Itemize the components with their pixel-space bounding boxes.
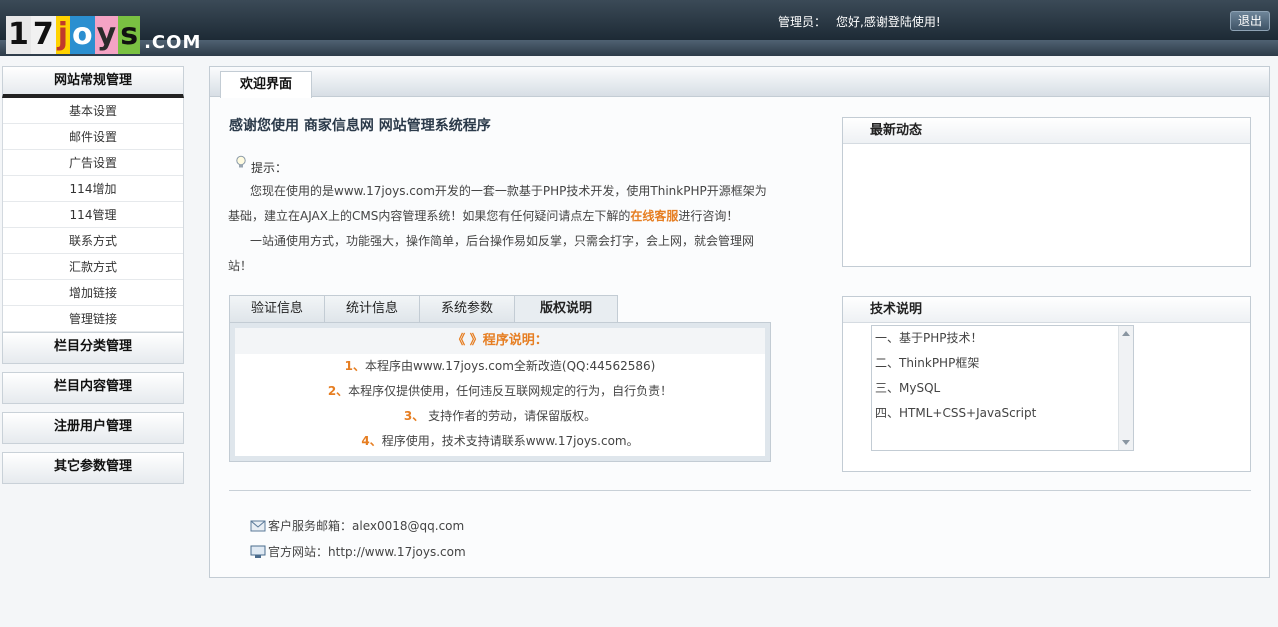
sidebar-item-contact[interactable]: 联系方式 bbox=[3, 228, 183, 254]
scroll-down-icon[interactable] bbox=[1122, 440, 1130, 445]
copyright-line: 2、本程序仅提供使用，任何违反互联网规定的行为，自行负责！ bbox=[327, 384, 673, 398]
list-item: 一、基于PHP技术！ bbox=[875, 331, 983, 345]
logo-char: 7 bbox=[30, 16, 56, 54]
sidebar-group-other[interactable]: 其它参数管理 bbox=[2, 452, 184, 484]
admin-label: 管理员： bbox=[778, 15, 827, 29]
contact-email: 客户服务邮箱：alex0018@qq.com bbox=[250, 517, 464, 534]
logo-suffix: .COM bbox=[144, 32, 202, 53]
lightbulb-icon bbox=[236, 155, 246, 168]
site-label: 官方网站： bbox=[268, 545, 329, 559]
copyright-line: 4、程序使用，技术支持请联系www.17joys.com。 bbox=[361, 434, 639, 448]
sidebar-item-remittance[interactable]: 汇款方式 bbox=[3, 254, 183, 280]
copyright-line: 1、本程序由www.17joys.com全新改造(QQ:44562586) bbox=[344, 359, 656, 373]
copyright-content: 《 》程序说明： 1、本程序由www.17joys.com全新改造(QQ:445… bbox=[235, 328, 765, 456]
tip-paragraph-1b: 进行咨询！ bbox=[678, 209, 739, 223]
greeting-text: 您好,感谢登陆使用! bbox=[836, 15, 941, 29]
list-item: 三、MySQL bbox=[875, 381, 941, 395]
logo-char: y bbox=[94, 16, 119, 54]
sidebar-group-content[interactable]: 栏目内容管理 bbox=[2, 372, 184, 404]
sidebar-item-ad-settings[interactable]: 广告设置 bbox=[3, 150, 183, 176]
sidebar-item-manage-link[interactable]: 管理链接 bbox=[3, 306, 183, 332]
site-value[interactable]: http://www.17joys.com bbox=[328, 545, 466, 559]
online-service-link[interactable]: 在线客服 bbox=[630, 209, 678, 223]
sidebar-list: 基本设置 邮件设置 广告设置 114增加 114管理 联系方式 汇款方式 增加链… bbox=[2, 98, 184, 332]
logo-char: 1 bbox=[6, 16, 31, 54]
scrollbar[interactable] bbox=[1118, 326, 1133, 450]
email-value[interactable]: alex0018@qq.com bbox=[352, 519, 464, 533]
news-panel: 最新动态 bbox=[842, 117, 1251, 267]
tab-verification[interactable]: 验证信息 bbox=[229, 295, 325, 323]
tech-panel-title: 技术说明 bbox=[843, 297, 1250, 323]
tip-paragraph-2: 一站通使用方式，功能强大，操作简单，后台操作易如反掌，只需会打字，会上网，就会管… bbox=[228, 234, 755, 273]
tech-panel: 技术说明 一、基于PHP技术！ 二、ThinkPHP框架 三、MySQL 四、H… bbox=[842, 296, 1251, 472]
sidebar-item-add-link[interactable]: 增加链接 bbox=[3, 280, 183, 306]
scroll-up-icon[interactable] bbox=[1122, 331, 1130, 336]
sidebar-group-general[interactable]: 网站常规管理 bbox=[2, 66, 184, 98]
logout-button[interactable]: 退出 bbox=[1230, 11, 1270, 31]
logo-char: j bbox=[55, 16, 71, 54]
website-icon bbox=[250, 545, 266, 558]
tab-system-params[interactable]: 系统参数 bbox=[419, 295, 515, 323]
copyright-box: 《 》程序说明： 1、本程序由www.17joys.com全新改造(QQ:445… bbox=[229, 322, 771, 462]
sidebar-item-mail-settings[interactable]: 邮件设置 bbox=[3, 124, 183, 150]
page-title: 感谢您使用 商家信息网 网站管理系统程序 bbox=[229, 118, 491, 134]
sidebar: 网站常规管理 基本设置 邮件设置 广告设置 114增加 114管理 联系方式 汇… bbox=[2, 66, 184, 484]
tab-welcome[interactable]: 欢迎界面 bbox=[220, 71, 312, 98]
tab-copyright[interactable]: 版权说明 bbox=[514, 295, 618, 323]
copyright-line: 3、 支持作者的劳动，请保留版权。 bbox=[403, 409, 597, 423]
info-tabs: 验证信息 统计信息 系统参数 版权说明 bbox=[229, 295, 618, 323]
logo-char: s bbox=[118, 16, 141, 54]
logo: 1 7 j o y s .COM bbox=[6, 10, 201, 54]
admin-info: 管理员： 您好,感谢登陆使用! bbox=[778, 13, 951, 30]
main-tab-bar: 欢迎界面 bbox=[210, 67, 1269, 98]
sidebar-group-category[interactable]: 栏目分类管理 bbox=[2, 332, 184, 364]
sidebar-item-114-add[interactable]: 114增加 bbox=[3, 176, 183, 202]
sidebar-item-114-manage[interactable]: 114管理 bbox=[3, 202, 183, 228]
sidebar-item-basic-settings[interactable]: 基本设置 bbox=[3, 98, 183, 124]
tip-text: 您现在使用的是www.17joys.com开发的一套一款基于PHP技术开发，使用… bbox=[228, 179, 768, 279]
sidebar-group-users[interactable]: 注册用户管理 bbox=[2, 412, 184, 444]
contact-site: 官方网站：http://www.17joys.com bbox=[250, 543, 466, 560]
main-panel: 欢迎界面 感谢您使用 商家信息网 网站管理系统程序 提示： 您现在使用的是www… bbox=[209, 66, 1270, 578]
copyright-title: 《 》程序说明： bbox=[235, 328, 765, 354]
email-label: 客户服务邮箱： bbox=[268, 519, 353, 533]
news-panel-title: 最新动态 bbox=[843, 118, 1250, 144]
list-item: 四、HTML+CSS+JavaScript bbox=[875, 406, 1037, 420]
list-item: 二、ThinkPHP框架 bbox=[875, 356, 980, 370]
mail-icon bbox=[250, 520, 266, 532]
tab-statistics[interactable]: 统计信息 bbox=[324, 295, 420, 323]
divider bbox=[229, 490, 1251, 491]
logo-char: o bbox=[70, 16, 95, 54]
tip-label: 提示： bbox=[251, 161, 288, 175]
tech-list[interactable]: 一、基于PHP技术！ 二、ThinkPHP框架 三、MySQL 四、HTML+C… bbox=[871, 325, 1134, 451]
